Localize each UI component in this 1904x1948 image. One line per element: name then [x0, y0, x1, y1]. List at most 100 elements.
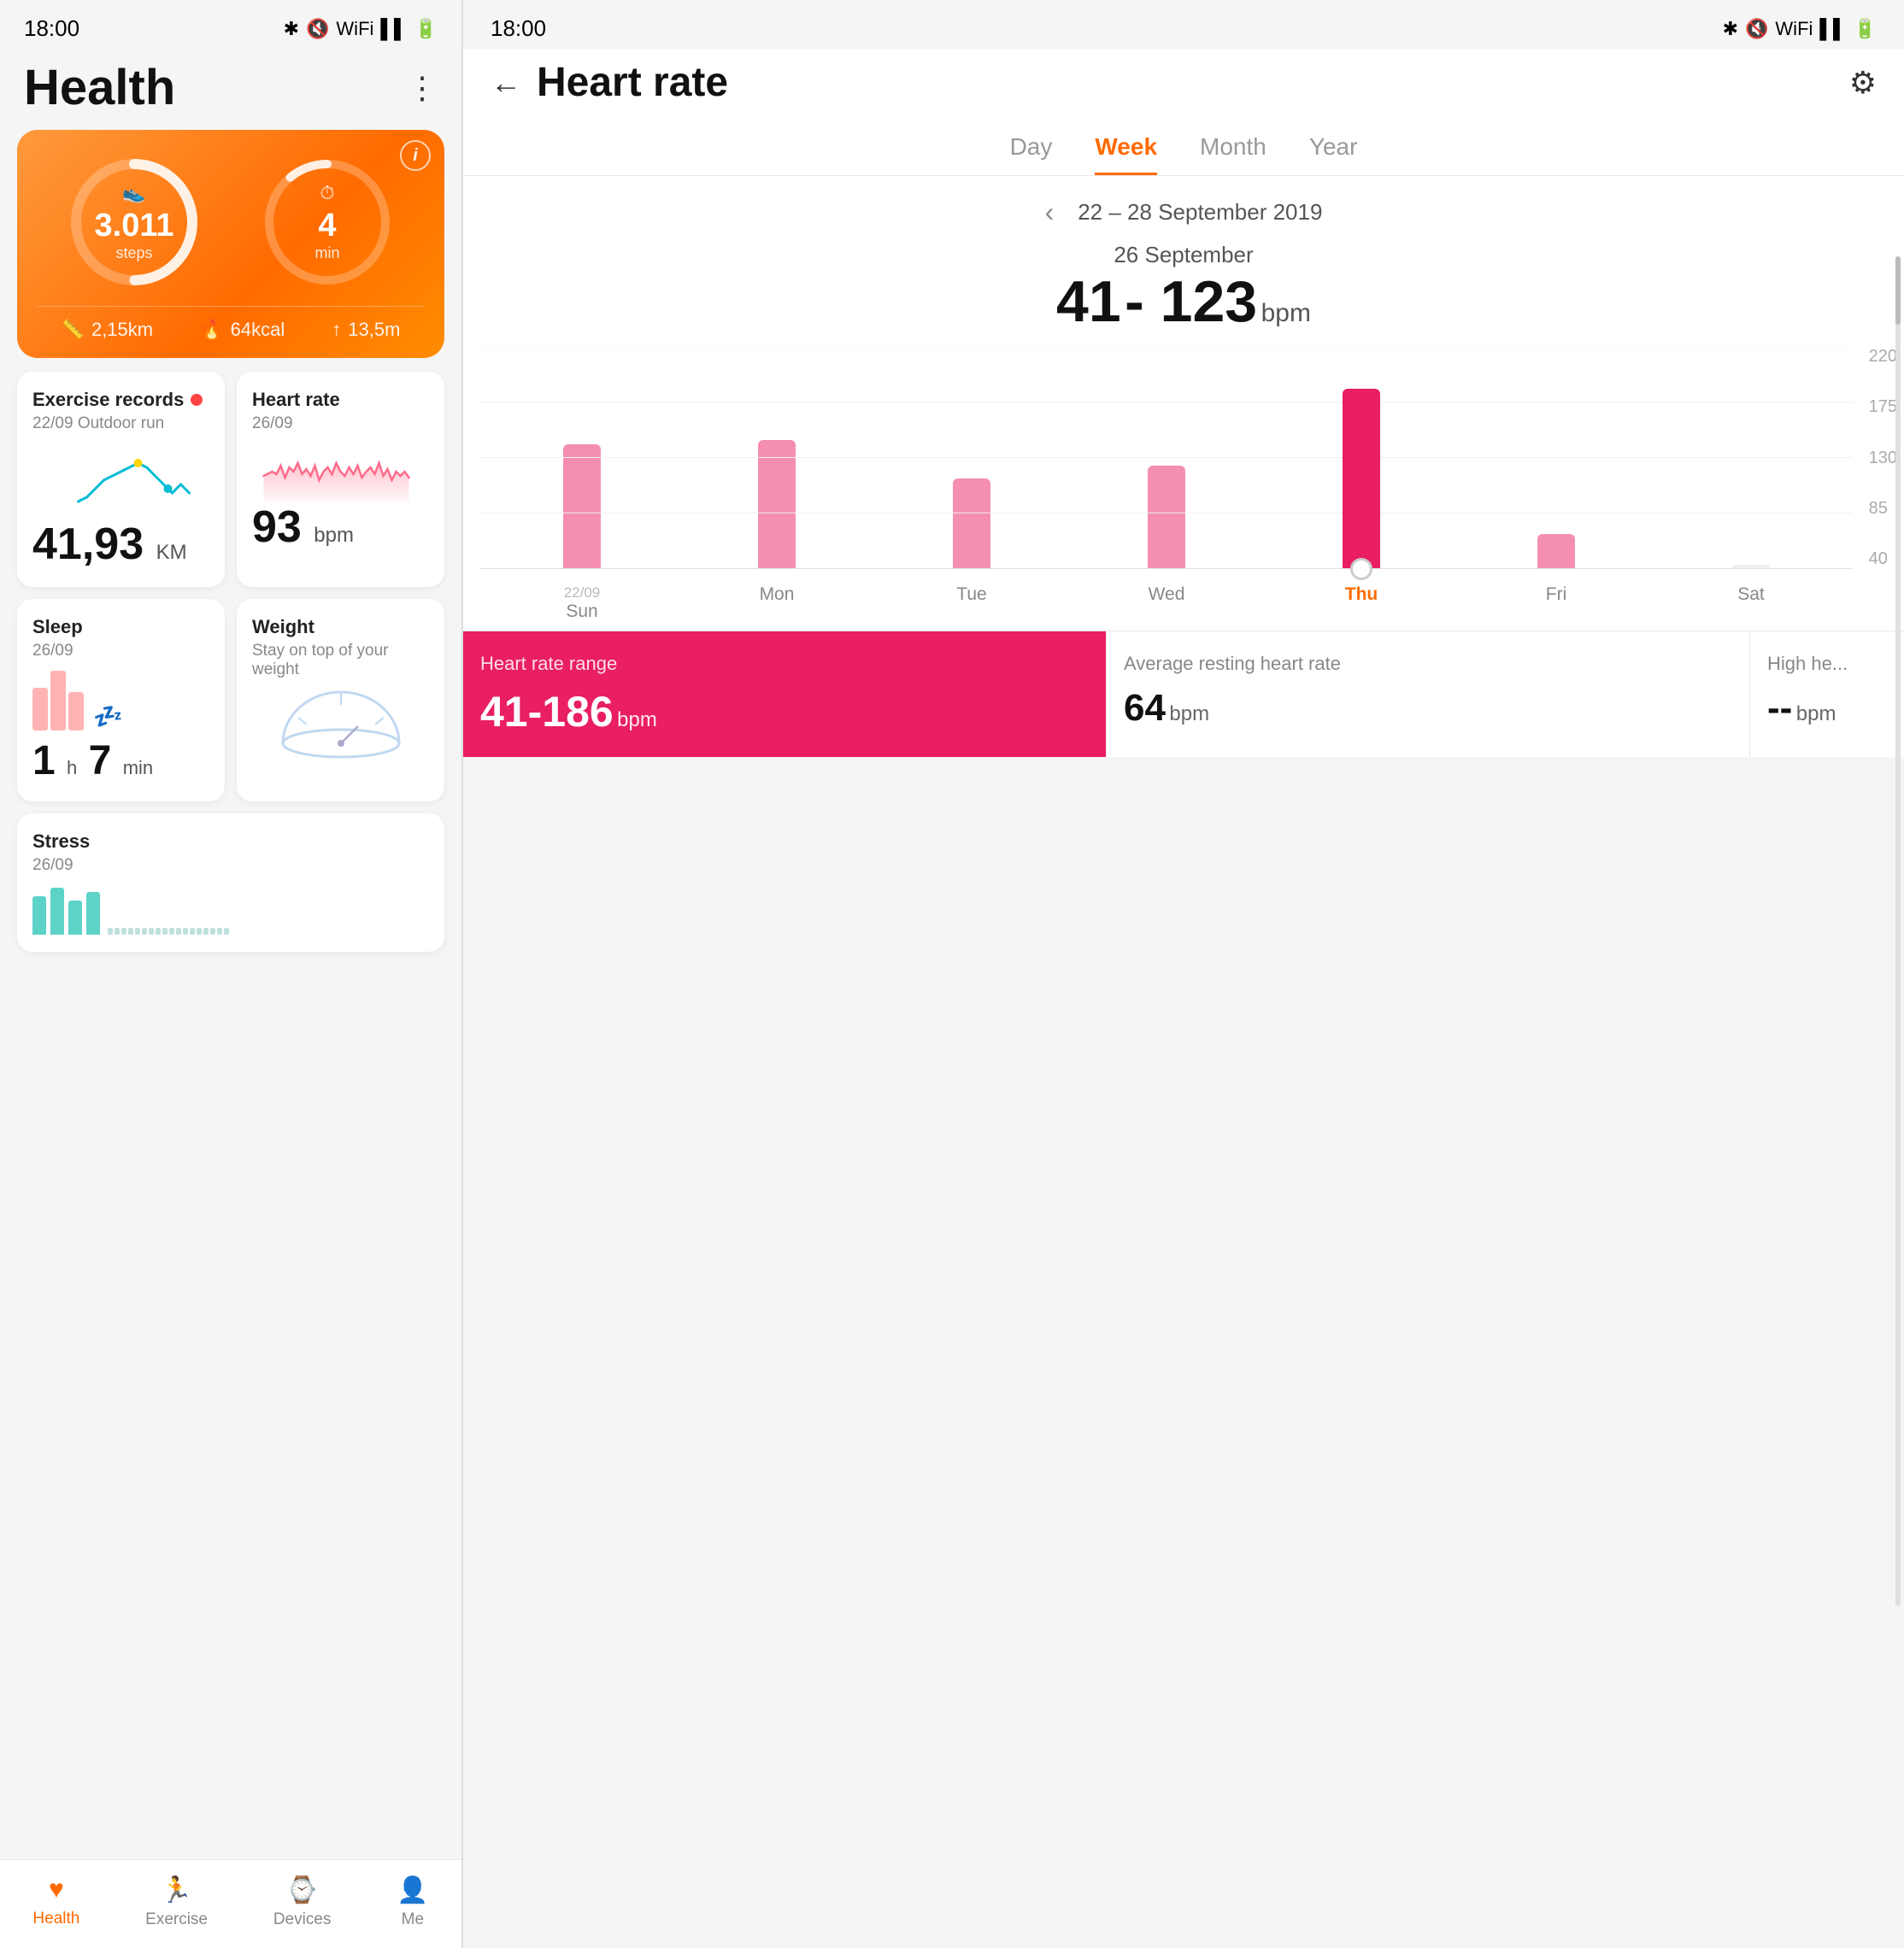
exercise-map [32, 442, 209, 519]
resting-unit: bpm [1169, 702, 1209, 725]
x-label-wed: Wed [1073, 584, 1260, 622]
range-unit: bpm [617, 708, 657, 731]
sleep-icon: 💤 [93, 702, 123, 730]
bpm-min: 41 [1056, 269, 1121, 334]
summary-resting[interactable]: Average resting heart rate 64 bpm [1107, 631, 1750, 757]
exercise-nav-label: Exercise [145, 1910, 208, 1929]
range-value: 41-186 [480, 688, 614, 736]
bar-tue-inner [953, 478, 990, 568]
summary-high[interactable]: High he... -- bpm [1750, 631, 1904, 757]
bar-thu-inner [1343, 389, 1380, 568]
timer-icon: ⏱ [320, 182, 334, 204]
calories-icon: 🔥 [200, 319, 223, 341]
back-button[interactable]: ← [491, 65, 521, 101]
sleep-title: Sleep [32, 616, 209, 638]
app-header: Health ⋮ [0, 49, 461, 130]
bottom-nav: ♥ Health 🏃 Exercise ⌚ Devices 👤 Me [0, 1859, 461, 1948]
me-label: Me [402, 1910, 424, 1929]
stress-sub: 26/09 [32, 856, 429, 875]
high-title: High he... [1767, 652, 1887, 677]
stress-card[interactable]: Stress 26/09 [17, 813, 444, 952]
chart-bars [480, 347, 1853, 569]
right-header: ← Heart rate ⚙ [463, 49, 1904, 120]
x-label-mon: Mon [684, 584, 870, 622]
steps-value: 3.011 [95, 208, 174, 244]
bt-icon-r: ✱ [1723, 18, 1738, 40]
nav-me[interactable]: 👤 Me [397, 1875, 428, 1929]
mute-icon: 🔇 [306, 18, 329, 40]
heartrate-sub: 26/09 [252, 414, 429, 433]
exercise-card[interactable]: Exercise records 22/09 Outdoor run 41,93… [17, 372, 225, 587]
y-axis: 220 175 130 85 40 [1869, 347, 1897, 569]
tab-month[interactable]: Month [1200, 133, 1266, 175]
scrollbar[interactable] [1895, 256, 1901, 1606]
prev-date-button[interactable]: ‹ [1045, 197, 1055, 228]
settings-button[interactable]: ⚙ [1849, 65, 1877, 101]
summary-cards: Heart rate range 41-186 bpm Average rest… [463, 631, 1904, 757]
health-icon: ♥ [49, 1875, 64, 1904]
activity-circles: 👟 3.011 steps ⏱ 4 min [38, 154, 424, 290]
signal-icon-r: ▌▌ [1819, 18, 1846, 40]
tab-day[interactable]: Day [1010, 133, 1053, 175]
activity-card[interactable]: i 👟 3.011 steps ⏱ 4 min [17, 130, 444, 358]
range-title: Heart rate range [480, 652, 1089, 677]
bar-tue [879, 478, 1065, 568]
tab-week[interactable]: Week [1095, 133, 1157, 175]
sleep-bar [68, 692, 84, 730]
distance-icon: 📏 [62, 319, 85, 341]
x-day-tue: Tue [956, 584, 986, 605]
resting-value-display: 64 bpm [1124, 687, 1732, 730]
date-nav: ‹ 22 – 28 September 2019 [463, 176, 1904, 235]
y-85: 85 [1869, 499, 1897, 519]
app-title: Health [24, 59, 175, 116]
resting-title: Average resting heart rate [1124, 652, 1732, 677]
exercise-sub: 22/09 Outdoor run [32, 414, 209, 433]
time-left: 18:00 [24, 15, 79, 42]
sleep-visualization: 💤 [32, 669, 209, 737]
x-label-thu: Thu [1268, 584, 1454, 622]
bar-fri [1463, 534, 1649, 568]
weight-visualization [252, 688, 429, 756]
stress-bar [32, 896, 46, 935]
exercise-title: Exercise records [32, 389, 209, 411]
steps-icon: 👟 [122, 182, 145, 204]
distance-stat: 📏 2,15km [62, 319, 154, 341]
sleep-card[interactable]: Sleep 26/09 💤 1 h 7 min [17, 599, 225, 801]
exercise-value: 41,93 KM [32, 519, 209, 570]
dashboard-grid: Exercise records 22/09 Outdoor run 41,93… [17, 372, 444, 801]
x-axis: 22/09 Sun Mon Tue Wed Thu [480, 569, 1853, 631]
high-value-display: -- bpm [1767, 687, 1887, 730]
heartrate-title: Heart rate [252, 389, 429, 411]
mute-icon-r: 🔇 [1745, 18, 1768, 40]
devices-icon: ⌚ [286, 1875, 318, 1905]
menu-button[interactable]: ⋮ [407, 70, 438, 106]
sleep-bar [50, 671, 66, 730]
status-icons-right: ✱ 🔇 WiFi ▌▌ 🔋 [1723, 18, 1877, 40]
bar-wed-inner [1148, 466, 1185, 568]
x-day-sun: Sun [566, 601, 597, 622]
tab-year[interactable]: Year [1309, 133, 1358, 175]
devices-label: Devices [273, 1910, 332, 1929]
sleep-value: 1 h 7 min [32, 737, 209, 784]
health-label: Health [32, 1910, 79, 1928]
wifi-icon-r: WiFi [1775, 18, 1813, 40]
x-label-sun: 22/09 Sun [489, 584, 675, 622]
nav-exercise[interactable]: 🏃 Exercise [145, 1875, 208, 1929]
x-label-fri: Fri [1463, 584, 1649, 622]
info-icon[interactable]: i [400, 140, 431, 171]
y-220: 220 [1869, 347, 1897, 367]
x-date-sun: 22/09 [564, 584, 601, 601]
page-title: Heart rate [537, 59, 728, 106]
bar-sun [489, 444, 675, 568]
selected-date-label: 26 September [491, 242, 1877, 268]
nav-devices[interactable]: ⌚ Devices [273, 1875, 332, 1929]
nav-health[interactable]: ♥ Health [32, 1875, 79, 1929]
high-value: -- [1767, 687, 1792, 729]
summary-range[interactable]: Heart rate range 41-186 bpm [463, 631, 1107, 757]
distance-value: 2,15km [91, 319, 153, 341]
heartrate-card[interactable]: Heart rate 26/09 93 bpm [237, 372, 444, 587]
bpm-max: 123 [1161, 269, 1257, 334]
scrollbar-thumb[interactable] [1895, 256, 1901, 325]
weight-card[interactable]: Weight Stay on top of your weight [237, 599, 444, 801]
bpm-dash: - [1125, 269, 1161, 334]
